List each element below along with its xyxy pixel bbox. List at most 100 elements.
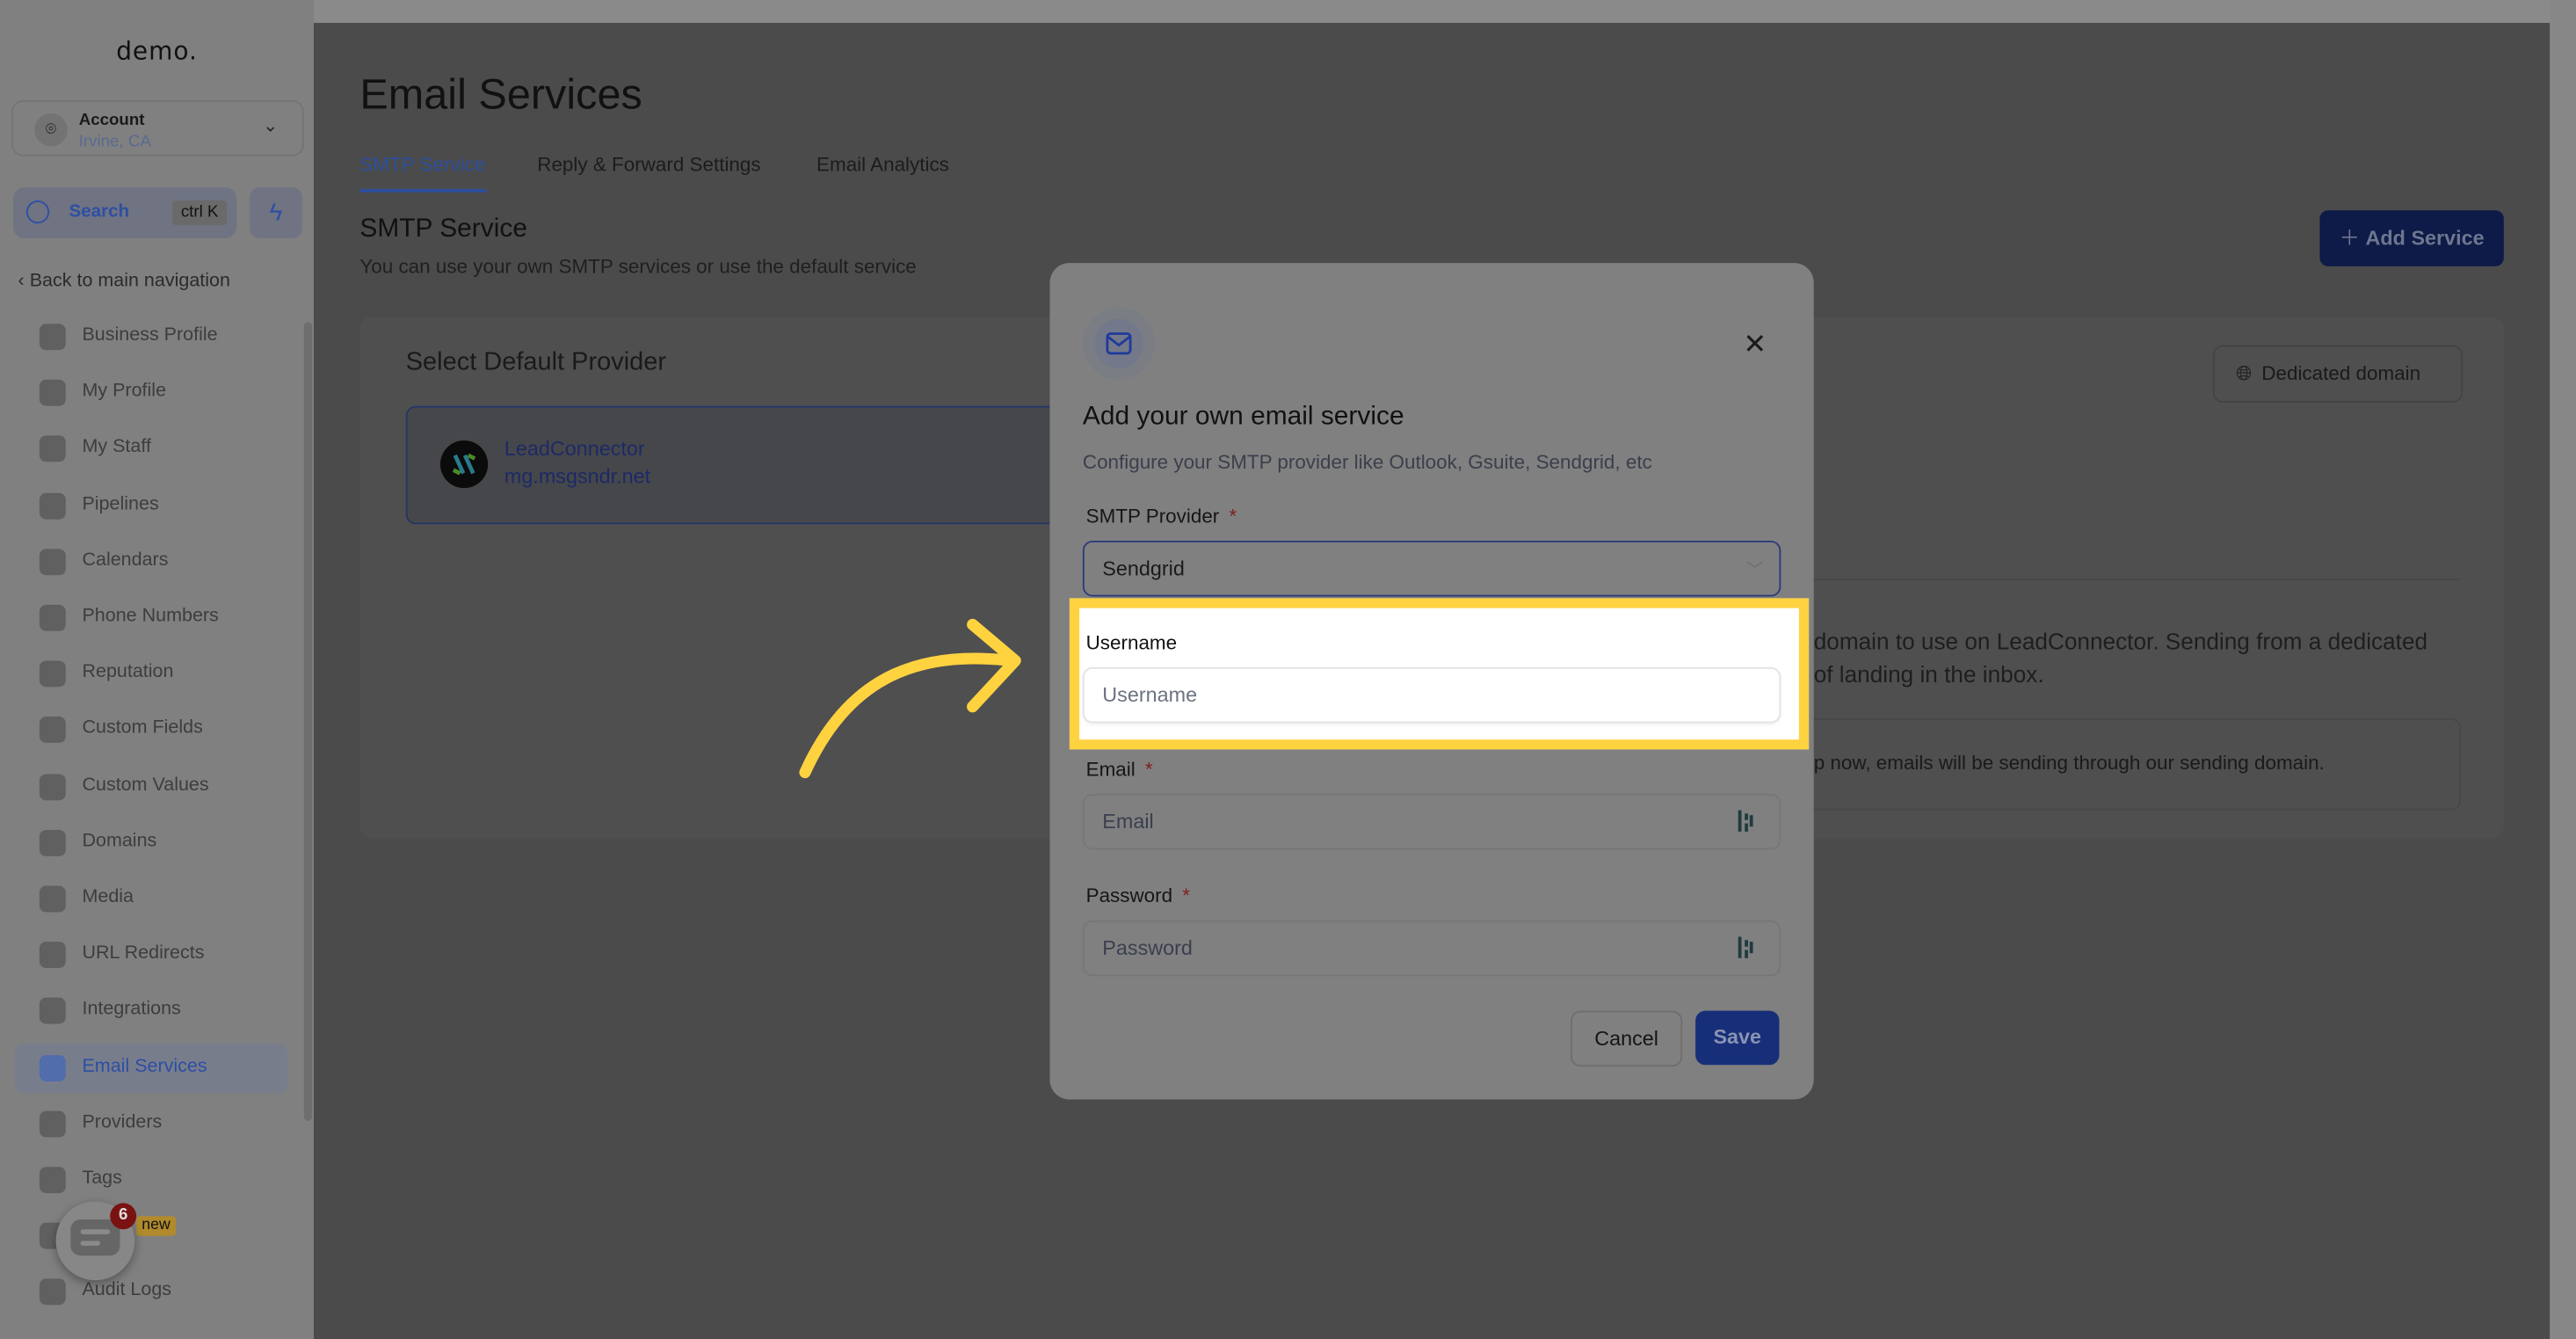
- sidebar-item-media[interactable]: Media: [15, 874, 287, 923]
- cancel-button[interactable]: Cancel: [1571, 1010, 1683, 1067]
- sidebar: demo. ⌾ Account Irvine, CA ⌄ Search ctrl…: [0, 0, 315, 1339]
- tag-values-icon: [39, 773, 66, 800]
- sidebar-item-domains[interactable]: Domains: [15, 819, 287, 868]
- smtp-provider-label: SMTP Provider *: [1085, 504, 1237, 528]
- page-title: Email Services: [359, 69, 642, 119]
- sidebar-item-label: Custom Values: [82, 775, 209, 795]
- sidebar-item-phone-numbers[interactable]: Phone Numbers: [15, 593, 287, 643]
- star-icon: [39, 660, 66, 688]
- phone-icon: [39, 604, 66, 631]
- close-icon[interactable]: ✕: [1743, 329, 1767, 361]
- chevron-left-icon: ‹: [18, 271, 30, 291]
- email-placeholder: Email: [1102, 810, 1154, 833]
- sidebar-item-reputation[interactable]: Reputation: [15, 650, 287, 699]
- back-label: Back to main navigation: [29, 271, 230, 291]
- sidebar-item-providers[interactable]: Providers: [15, 1099, 287, 1148]
- search-label: Search: [69, 201, 130, 222]
- modal-subtitle: Configure your SMTP provider like Outloo…: [1082, 450, 1652, 474]
- sidebar-item-custom-fields[interactable]: Custom Fields: [15, 706, 287, 755]
- briefcase-icon: [39, 324, 66, 351]
- sidebar-item-label: Email Services: [82, 1056, 207, 1076]
- sidebar-item-business-profile[interactable]: Business Profile: [15, 312, 287, 361]
- card-title: Select Default Provider: [405, 348, 667, 377]
- sidebar-item-label: Integrations: [82, 1000, 181, 1020]
- search-button[interactable]: Search ctrl K: [12, 187, 237, 239]
- email-icon-badge: [1082, 307, 1156, 380]
- quick-actions-bolt-icon[interactable]: ϟ: [250, 187, 302, 239]
- tab-reply-forward-settings[interactable]: Reply & Forward Settings: [537, 153, 760, 176]
- notification-count-badge: 6: [110, 1203, 137, 1230]
- save-button[interactable]: Save: [1695, 1010, 1780, 1066]
- redirect-icon: [39, 942, 66, 969]
- modal-title: Add your own email service: [1082, 402, 1404, 431]
- sidebar-item-my-staff[interactable]: My Staff: [15, 425, 287, 474]
- section-subtitle: You can use your own SMTP services or us…: [359, 254, 917, 278]
- divider: [1813, 578, 2460, 580]
- account-switcher[interactable]: ⌾ Account Irvine, CA ⌄: [11, 100, 304, 156]
- provider-option-leadconnector[interactable]: LeadConnector mg.msgsndr.net: [405, 405, 1099, 525]
- username-highlight: Username Username: [1069, 598, 1810, 750]
- sidebar-item-label: My Profile: [82, 382, 167, 402]
- globe-icon: 🌐︎: [2236, 361, 2253, 385]
- plus-icon: ＋: [2339, 226, 2366, 251]
- dedicated-domain-description-1: domain to use on LeadConnector. Sending …: [1813, 628, 2428, 654]
- smtp-provider-select[interactable]: Sendgrid ﹀: [1082, 540, 1781, 597]
- sidebar-item-label: Media: [82, 887, 134, 907]
- username-label: Username: [1085, 630, 1178, 654]
- sidebar-item-label: My Staff: [82, 437, 151, 458]
- sidebar-item-label: Phone Numbers: [82, 606, 219, 627]
- tab-email-analytics[interactable]: Email Analytics: [816, 153, 949, 176]
- info-text: p now, emails will be sending through ou…: [1813, 751, 2325, 775]
- sidebar-item-label: Tags: [82, 1168, 122, 1189]
- sidebar-item-custom-values[interactable]: Custom Values: [15, 762, 287, 811]
- password-manager-icon[interactable]: [1738, 936, 1755, 958]
- provider-name: LeadConnector: [504, 437, 645, 461]
- location-pin-icon: ⌾: [34, 113, 68, 147]
- search-shortcut: ctrl K: [172, 200, 227, 226]
- new-badge: new: [136, 1216, 177, 1236]
- logo: demo.: [116, 36, 198, 66]
- search-icon: [25, 200, 50, 224]
- tag-icon: [39, 1167, 66, 1194]
- fields-icon: [39, 717, 66, 744]
- dedicated-domain-description-2: of landing in the inbox.: [1813, 660, 2044, 688]
- username-input[interactable]: Username: [1082, 666, 1781, 724]
- sidebar-item-label: Domains: [82, 831, 157, 851]
- sidebar-item-my-profile[interactable]: My Profile: [15, 368, 287, 418]
- email-input[interactable]: Email: [1082, 793, 1781, 850]
- integrations-icon: [39, 998, 66, 1025]
- account-location: Irvine, CA: [78, 133, 151, 151]
- leadconnector-logo: [439, 440, 489, 489]
- password-manager-icon[interactable]: [1738, 810, 1755, 832]
- sidebar-item-audit-logs[interactable]: Audit Logs: [15, 1268, 287, 1317]
- sidebar-item-label: Reputation: [82, 662, 174, 683]
- add-service-label: Add Service: [2365, 226, 2485, 251]
- sidebar-item-calendars[interactable]: Calendars: [15, 537, 287, 586]
- user-circle-icon: [39, 380, 66, 407]
- back-to-main-navigation[interactable]: ‹ Back to main navigation: [18, 271, 230, 290]
- sidebar-item-url-redirects[interactable]: URL Redirects: [15, 930, 287, 979]
- providers-icon: [39, 1110, 66, 1138]
- sidebar-item-pipelines[interactable]: Pipelines: [15, 481, 287, 530]
- section-title: SMTP Service: [359, 215, 527, 244]
- info-box: p now, emails will be sending through ou…: [1813, 717, 2462, 811]
- add-service-button[interactable]: ＋ Add Service: [2319, 210, 2504, 266]
- password-placeholder: Password: [1102, 936, 1193, 960]
- sidebar-item-tags[interactable]: Tags: [15, 1155, 287, 1204]
- chevron-down-icon: ﹀: [1746, 562, 1763, 580]
- sidebar-scrollbar[interactable]: [303, 322, 313, 1121]
- sidebar-item-label: Pipelines: [82, 493, 159, 514]
- active-tab-indicator: [359, 188, 487, 193]
- sidebar-item-email-services[interactable]: Email Services: [14, 1043, 288, 1093]
- sidebar-item-label: Business Profile: [82, 325, 218, 346]
- sidebar-item-integrations[interactable]: Integrations: [15, 986, 287, 1036]
- tab-smtp-service[interactable]: SMTP Service: [359, 153, 485, 176]
- sidebar-item-label: Custom Fields: [82, 718, 203, 739]
- user-icon: [39, 436, 66, 463]
- right-edge: [2550, 0, 2576, 1339]
- dedicated-domain-button[interactable]: 🌐︎ Dedicated domain: [2212, 345, 2464, 403]
- annotation-arrow-icon: [799, 618, 1021, 779]
- sidebar-item-label: Providers: [82, 1112, 163, 1132]
- bar-chart-icon: [39, 1279, 66, 1306]
- password-input[interactable]: Password: [1082, 920, 1781, 977]
